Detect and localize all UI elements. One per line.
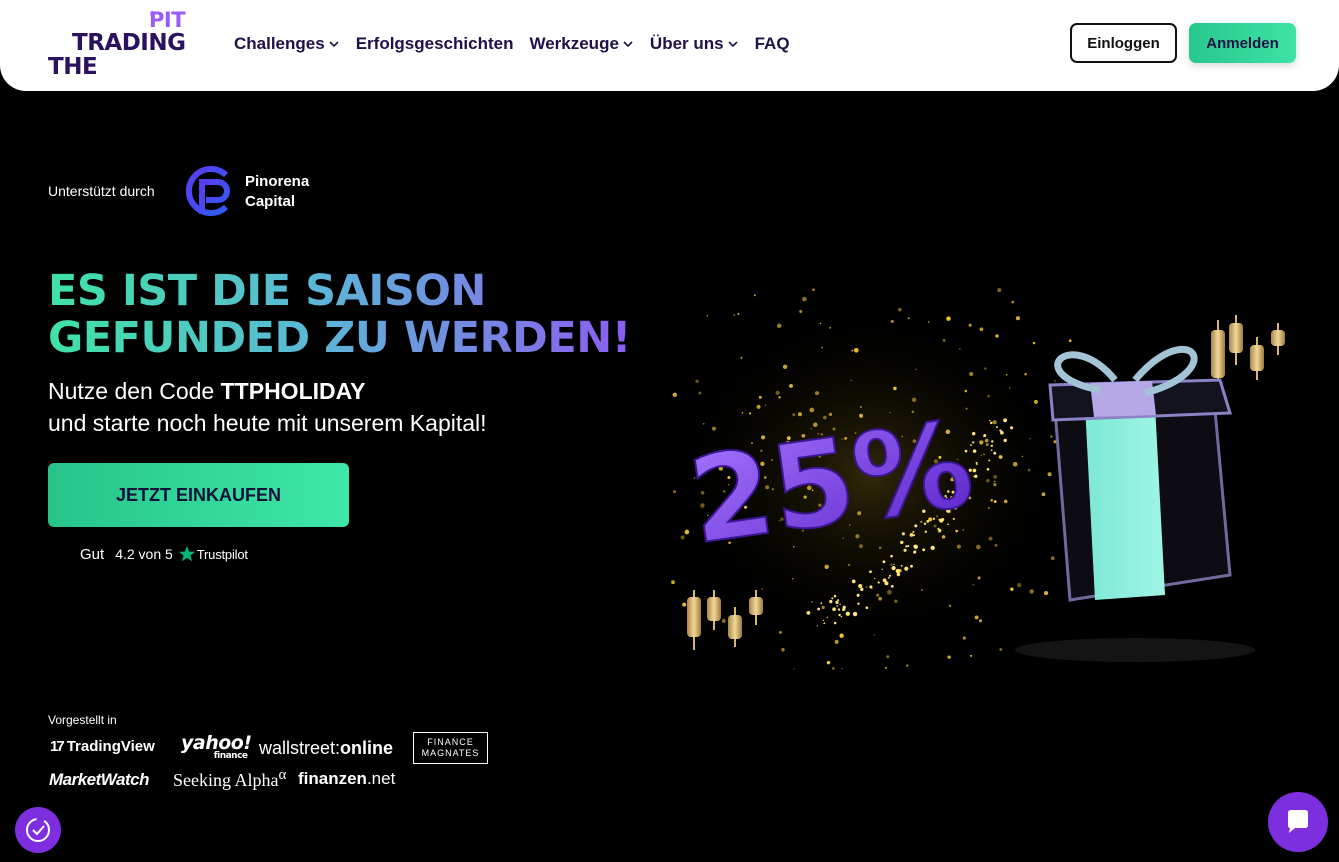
chat-button[interactable] <box>1268 792 1328 852</box>
trustpilot-brand: Trustpilot <box>196 546 248 562</box>
buy-now-button[interactable]: JETZT EINKAUFEN <box>48 463 349 527</box>
nav-challenges[interactable]: Challenges <box>234 34 340 54</box>
promo-code: TTPHOLIDAY <box>220 378 366 404</box>
cookie-settings-button[interactable] <box>15 807 61 853</box>
featured-in-label: Vorgestellt in <box>48 713 117 727</box>
nav-erfolgsgeschichten[interactable]: Erfolgsgeschichten <box>356 34 514 54</box>
trustpilot-star-icon <box>178 545 195 562</box>
trustpilot-rating[interactable]: Gut 4.2 von 5 Trustpilot <box>80 545 248 563</box>
chevron-down-icon <box>623 41 633 48</box>
logo-pit: PIT ® <box>149 8 186 32</box>
the-trading-pit-logo[interactable]: PIT ® TRADING THE <box>48 10 200 80</box>
register-button[interactable]: Anmelden <box>1189 23 1296 63</box>
hero-headline: ES IST DIE SAISON GEFUNDED ZU WERDEN! <box>48 266 631 363</box>
rating-score: 4.2 von 5 <box>115 546 173 562</box>
seeking-alpha-logo: Seeking Alphaα <box>173 767 287 790</box>
yahoo-finance-logo: yahoo! finance <box>181 732 252 761</box>
marketwatch-logo: MarketWatch <box>49 770 150 789</box>
nav-ueber-uns[interactable]: Über uns <box>650 34 739 54</box>
cookie-settings-icon <box>26 818 50 842</box>
site-header: PIT ® TRADING THE Challenges Erfolgsgesch… <box>0 0 1339 91</box>
chevron-down-icon <box>329 41 339 48</box>
nav-werkzeuge[interactable]: Werkzeuge <box>529 34 633 54</box>
logo-the: THE <box>48 54 98 80</box>
nav-faq[interactable]: FAQ <box>755 34 790 54</box>
chevron-down-icon <box>728 41 738 48</box>
chat-bubble-icon <box>1288 810 1308 833</box>
main-nav: Challenges Erfolgsgeschichten Werkzeuge … <box>234 32 806 56</box>
partner-name: Pinorena Capital <box>245 173 310 210</box>
hero-subtitle-code: Nutze den Code TTPHOLIDAY <box>48 378 366 404</box>
rating-word: Gut <box>80 545 105 563</box>
tradingview-logo: 17 TradingView <box>50 738 155 755</box>
login-button[interactable]: Einloggen <box>1070 23 1177 63</box>
promo-illustration: 25% <box>670 288 1285 670</box>
supported-by-label: Unterstützt durch <box>48 183 155 199</box>
finance-magnates-logo: FINANCE MAGNATES <box>413 732 488 764</box>
finanzen-net-logo: finanzen.net <box>298 769 396 788</box>
hero-subtitle: und starte noch heute mit unserem Kapita… <box>48 410 487 436</box>
pinorena-capital-logo-icon[interactable] <box>180 162 240 220</box>
wallstreet-online-logo: wallstreet:online <box>259 738 394 758</box>
logo-trading: TRADING <box>72 30 186 56</box>
